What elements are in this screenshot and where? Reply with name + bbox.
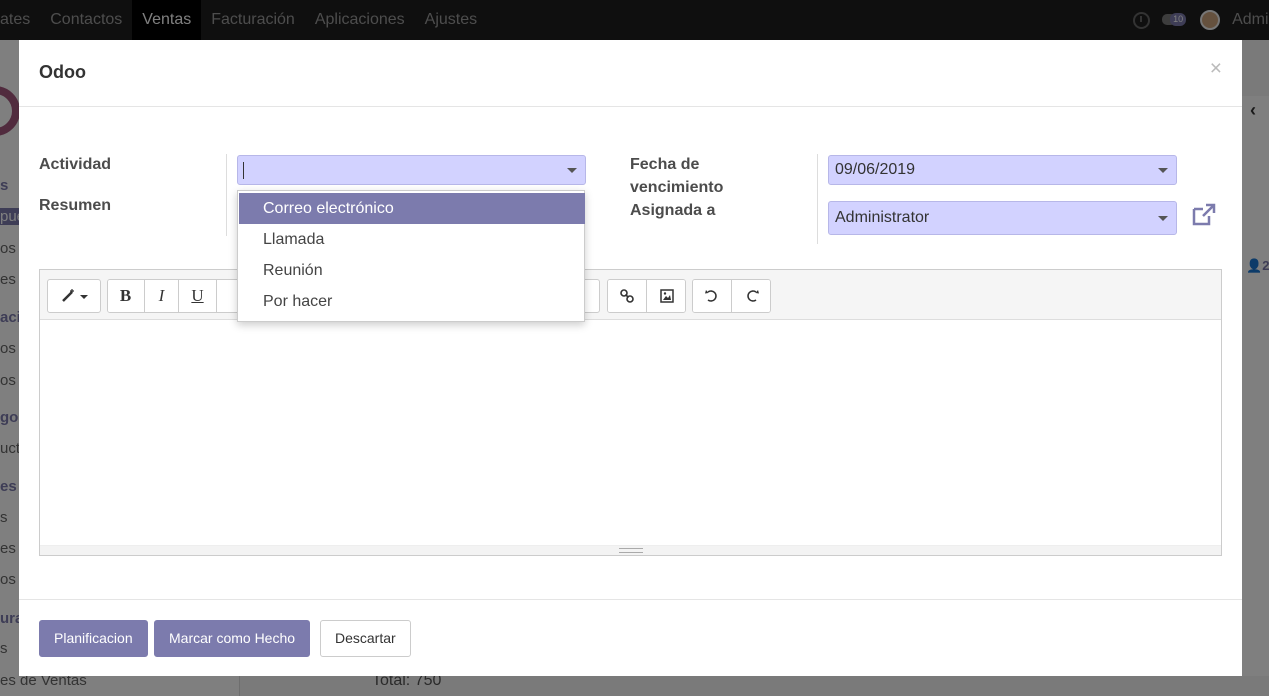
style-button[interactable] [47, 279, 101, 313]
assigned-to-select[interactable]: Administrator [828, 201, 1177, 235]
history-group [692, 279, 771, 313]
due-date-label-line2: vencimiento [630, 179, 724, 196]
undo-button[interactable] [693, 280, 732, 312]
activity-type-select[interactable] [237, 155, 586, 185]
note-editor-body[interactable] [40, 320, 1221, 546]
link-icon [619, 289, 634, 303]
dropdown-option-call[interactable]: Llamada [239, 224, 585, 255]
external-link-icon[interactable] [1191, 203, 1217, 227]
modal-header: Odoo × [19, 40, 1242, 107]
due-date-field[interactable]: 09/06/2019 [828, 155, 1177, 185]
modal-title: Odoo [39, 62, 86, 82]
underline-button[interactable]: U [179, 280, 217, 312]
bold-button[interactable]: B [108, 280, 145, 312]
grip-icon [619, 548, 643, 553]
link-button[interactable] [608, 280, 647, 312]
image-button[interactable] [647, 280, 685, 312]
redo-icon [747, 290, 759, 302]
undo-icon [704, 290, 717, 302]
text-cursor [243, 162, 244, 179]
due-date-value: 09/06/2019 [835, 161, 916, 178]
field-divider [817, 154, 818, 244]
dropdown-option-todo[interactable]: Por hacer [239, 286, 585, 317]
chevron-down-icon [1158, 216, 1168, 221]
magic-wand-icon [62, 289, 88, 302]
font-style-group: B I U [107, 279, 242, 313]
image-icon [660, 289, 674, 303]
summary-label: Resumen [39, 197, 112, 214]
italic-button[interactable]: I [145, 280, 179, 312]
close-icon[interactable]: × [1210, 58, 1222, 79]
redo-button[interactable] [732, 280, 770, 312]
field-divider [226, 154, 227, 236]
editor-resize-handle[interactable] [40, 545, 1221, 555]
mark-done-button[interactable]: Marcar como Hecho [154, 620, 311, 657]
modal-footer: Planificacion Marcar como Hecho Descarta… [19, 599, 1242, 676]
activity-type-dropdown: Correo electrónico Llamada Reunión Por h… [237, 190, 585, 322]
editor-toolbar: B I U [40, 270, 1221, 320]
dropdown-option-email[interactable]: Correo electrónico [239, 193, 585, 224]
assigned-to-label: Asignada a [630, 202, 716, 219]
due-date-label-line1: Fecha de [630, 156, 700, 173]
note-editor: B I U [39, 269, 1222, 556]
discard-button[interactable]: Descartar [320, 620, 411, 657]
activity-label: Actividad [39, 156, 112, 173]
chevron-down-icon [567, 168, 577, 173]
schedule-activity-dialog: Odoo × Actividad Resumen Fecha de vencim… [19, 40, 1242, 676]
chevron-down-icon [1158, 168, 1168, 173]
insert-group [607, 279, 686, 313]
assigned-to-value: Administrator [835, 209, 930, 226]
due-date-label: Fecha de vencimiento [630, 153, 723, 199]
dropdown-option-meeting[interactable]: Reunión [239, 255, 585, 286]
schedule-button[interactable]: Planificacion [39, 620, 148, 657]
